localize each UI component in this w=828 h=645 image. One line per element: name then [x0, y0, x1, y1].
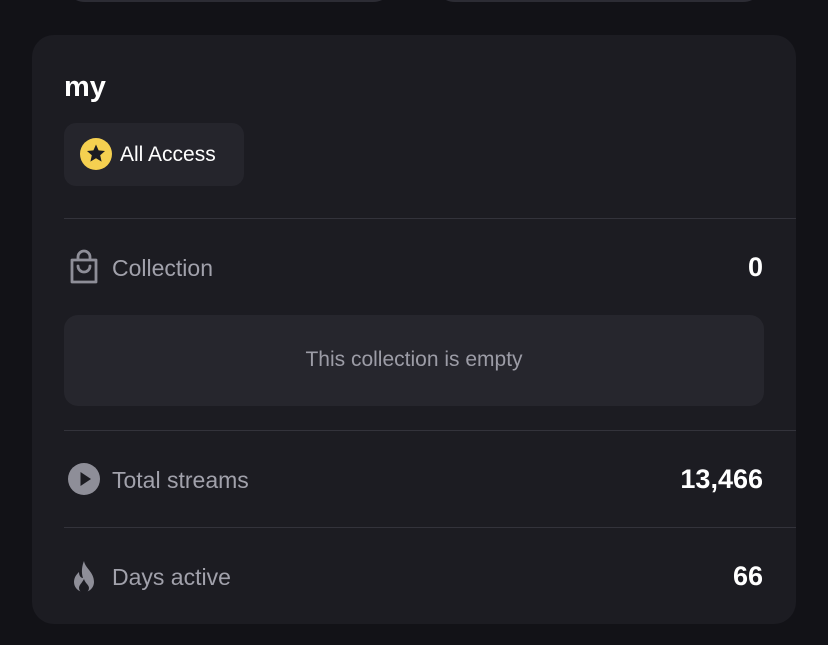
empty-collection-message: This collection is empty	[305, 348, 523, 371]
shopping-bag-icon	[70, 249, 98, 284]
divider	[64, 218, 796, 219]
all-access-badge[interactable]: All Access	[64, 123, 244, 186]
play-circle-icon	[68, 463, 100, 495]
collection-label: Collection	[112, 255, 213, 281]
days-active-label: Days active	[112, 564, 231, 590]
top-left-button[interactable]	[64, 0, 394, 2]
collection-count: 0	[747, 252, 763, 282]
empty-collection-panel: This collection is empty	[64, 315, 764, 406]
total-streams-value: 13,466	[680, 464, 763, 494]
username: my	[64, 71, 106, 103]
total-streams-label: Total streams	[112, 467, 249, 493]
divider	[64, 527, 796, 528]
badge-label: All Access	[120, 143, 216, 166]
top-right-button[interactable]	[434, 0, 764, 2]
divider	[64, 430, 796, 431]
profile-card: my All Access Collection 0 This collecti…	[32, 35, 796, 624]
star-icon	[80, 138, 112, 170]
days-active-value: 66	[732, 561, 763, 591]
flame-icon	[74, 561, 94, 593]
